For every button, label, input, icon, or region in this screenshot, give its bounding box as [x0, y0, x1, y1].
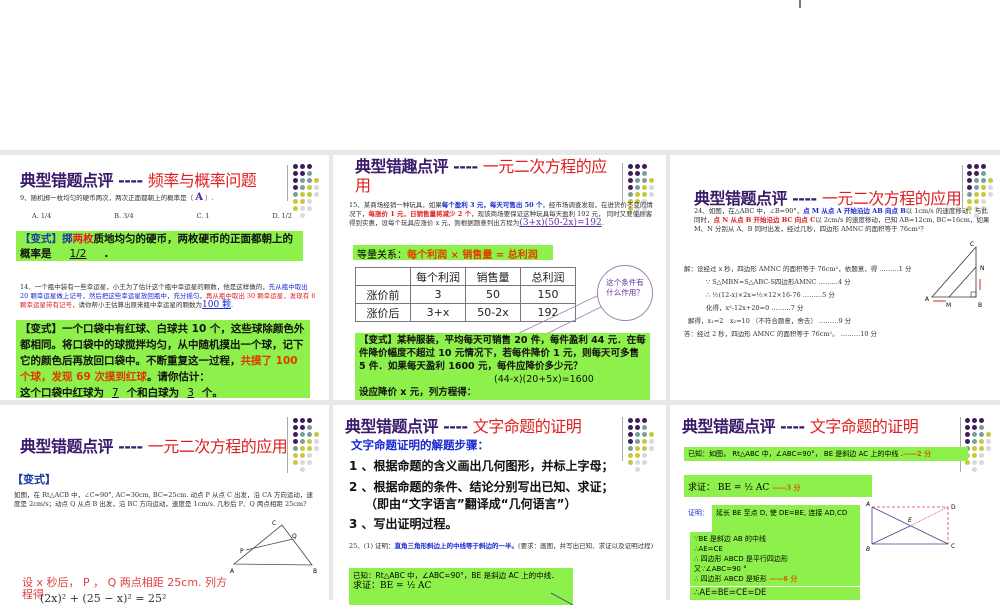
decor-dot [314, 185, 319, 190]
question-14: 14、一个瓶中装有一些幸运星，小王为了估计这个瓶中幸运星的颗数，他是这样做的，先… [20, 283, 316, 310]
decor-dot [293, 192, 298, 197]
decor-dot [314, 164, 319, 169]
decor-dot [307, 185, 312, 190]
label-n: N [980, 265, 985, 272]
decor-dot [293, 199, 298, 204]
svg-text:A: A [230, 568, 235, 575]
label-m: M [946, 302, 951, 309]
decor-dot [293, 171, 298, 176]
svg-text:A: A [865, 501, 870, 508]
decor-dot [300, 185, 305, 190]
decor-dot [307, 164, 312, 169]
decor-dot [314, 178, 319, 183]
svg-text:P: P [240, 548, 244, 555]
slide-thumbnail-2[interactable]: 典型错趣点评 ---- 一元二次方程的应用 15、某商场经销一种玩具，如果每个盈… [333, 155, 666, 400]
decor-dot [293, 178, 298, 183]
decor-dot [300, 178, 305, 183]
equation: (2x)² + (25 − x)² = 25² [40, 592, 167, 605]
decor-dot [300, 199, 305, 204]
decor-dot [314, 199, 319, 204]
decor-dot [293, 213, 298, 218]
svg-text:B: B [313, 568, 317, 575]
svg-text:D: D [951, 504, 956, 511]
slide-thumbnail-4[interactable]: 典型错题点评 ---- 一元二次方程的应用 【变式】 如图，在 Rt△ACB 中… [0, 405, 329, 605]
slide-thumbnail-5[interactable]: 典型错题点评 ---- 文字命题的证明 文字命题证明的解题步骤： 1 、根据命题… [333, 405, 666, 605]
options: A. 1/4 B. 3/4 C. 1 D. 1/2 [32, 212, 292, 220]
decor-dot [314, 213, 319, 218]
text-cursor [799, 0, 801, 8]
decor-dot [314, 171, 319, 176]
svg-text:C: C [951, 543, 955, 550]
decor-dot [300, 192, 305, 197]
variant-box: 【变式】某种服装，平均每天可销售 20 件，每件盈利 44 元．在每件降价幅度不… [355, 333, 650, 400]
decor-dot [293, 206, 298, 211]
label-b: B [978, 302, 982, 309]
decor-dot [307, 199, 312, 204]
decor-dot [300, 164, 305, 169]
decor-dot [307, 206, 312, 211]
slide-thumbnail-1[interactable]: 典型错题点评 ---- 频率与概率问题 9、随机掷一枚均匀的硬币两次，两次正面都… [0, 155, 329, 400]
decor-dot [307, 171, 312, 176]
decor-dot [300, 206, 305, 211]
dots-decoration [292, 163, 320, 219]
slide-thumbnail-3[interactable]: 典型错题点评 ---- 一元二次方程的应用 24、如图，在△ABC 中，∠B=9… [670, 155, 1000, 400]
variant-box-2: 【变式】一个口袋中有红球、白球共 10 个，这些球除颜色外都相同。将口袋中的球搅… [16, 320, 310, 399]
svg-text:E: E [908, 517, 912, 524]
question-9: 9、随机掷一枚均匀的硬币两次，两次正面都朝上的概率是（ A ）. [20, 192, 214, 203]
divider [287, 165, 288, 201]
svg-text:C: C [272, 520, 276, 527]
variant-box-1: 【变式】掷两枚质地均匀的硬币，两枚硬币的正面都朝上的概率是 1/2. [16, 231, 303, 261]
decor-dot [293, 185, 298, 190]
callout-bubble: 这个条件有什么作用？ [597, 265, 653, 321]
decor-dot [314, 192, 319, 197]
slide-title: 典型错题点评 ---- 频率与概率问题 [20, 171, 257, 190]
editor-area [0, 0, 1000, 150]
svg-text:B: B [866, 546, 870, 553]
rectangle-figure: A D E B C [865, 501, 956, 553]
figure-partial [550, 592, 574, 605]
decor-dot [307, 178, 312, 183]
label-a: A [925, 296, 930, 303]
decor-dot [314, 206, 319, 211]
decor-dot [300, 171, 305, 176]
slide-thumbnail-6[interactable]: 典型错题点评 ---- 文字命题的证明 已知：如图， Rt△ABC 中，∠ABC… [670, 405, 1000, 605]
triangle-figure: C Q P A B [230, 520, 317, 575]
decor-dot [300, 213, 305, 218]
decor-dot [307, 213, 312, 218]
label-c: C [970, 241, 974, 248]
decor-dot [307, 192, 312, 197]
decor-dot [293, 164, 298, 169]
triangle-figure: C N A M B [925, 241, 985, 309]
svg-text:Q: Q [292, 533, 297, 540]
slide-sorter[interactable]: 典型错题点评 ---- 频率与概率问题 9、随机掷一枚均匀的硬币两次，两次正面都… [0, 150, 1000, 605]
